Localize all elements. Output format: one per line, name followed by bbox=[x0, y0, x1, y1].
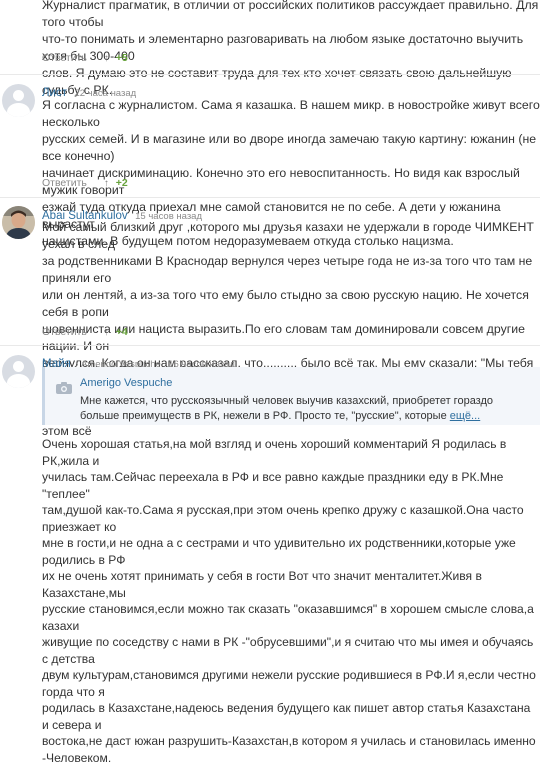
quoted-comment[interactable]: Amerigo Vespuche Мне кажется, что русско… bbox=[42, 367, 540, 425]
comment-actions: Ответить ↑ +4 bbox=[42, 326, 128, 340]
avatar-head-icon bbox=[13, 361, 24, 372]
comment-actions: Ответить ↑ +2 bbox=[42, 177, 128, 191]
divider bbox=[0, 74, 540, 75]
vote-count: +2 bbox=[115, 177, 128, 189]
comment-actions: Ответить ↑ +5 bbox=[42, 52, 128, 66]
divider bbox=[0, 345, 540, 346]
camera-icon bbox=[56, 382, 72, 394]
reply-button[interactable]: Ответить bbox=[42, 52, 87, 64]
quote-author[interactable]: Amerigo Vespuche bbox=[80, 377, 172, 389]
upvote-arrow-icon[interactable]: ↑ bbox=[104, 178, 109, 189]
vote-count: +4 bbox=[115, 326, 128, 338]
comments-feed: Журналист прагматик, в отличии от россий… bbox=[0, 0, 540, 765]
divider bbox=[0, 197, 540, 198]
avatar[interactable] bbox=[2, 206, 35, 239]
quote-text: Мне кажется, что русскоязычный человек в… bbox=[80, 394, 535, 424]
avatar[interactable] bbox=[2, 84, 35, 117]
avatar-body-icon bbox=[7, 374, 30, 388]
comment-text: Очень хорошая статья,на мой взгляд и оче… bbox=[42, 437, 536, 765]
read-more-link[interactable]: ещё... bbox=[450, 410, 480, 422]
reply-button[interactable]: Ответить bbox=[42, 177, 87, 189]
avatar-head-icon bbox=[13, 90, 24, 101]
quote-text-body: Мне кажется, что русскоязычный человек в… bbox=[80, 395, 494, 422]
reply-button[interactable]: Ответить bbox=[42, 326, 87, 338]
avatar-body-icon bbox=[7, 103, 30, 117]
avatar-photo-icon bbox=[2, 206, 35, 239]
avatar[interactable] bbox=[2, 355, 35, 388]
upvote-arrow-icon[interactable]: ↑ bbox=[104, 53, 109, 64]
vote-count: +5 bbox=[115, 52, 128, 64]
upvote-arrow-icon[interactable]: ↑ bbox=[104, 327, 109, 338]
